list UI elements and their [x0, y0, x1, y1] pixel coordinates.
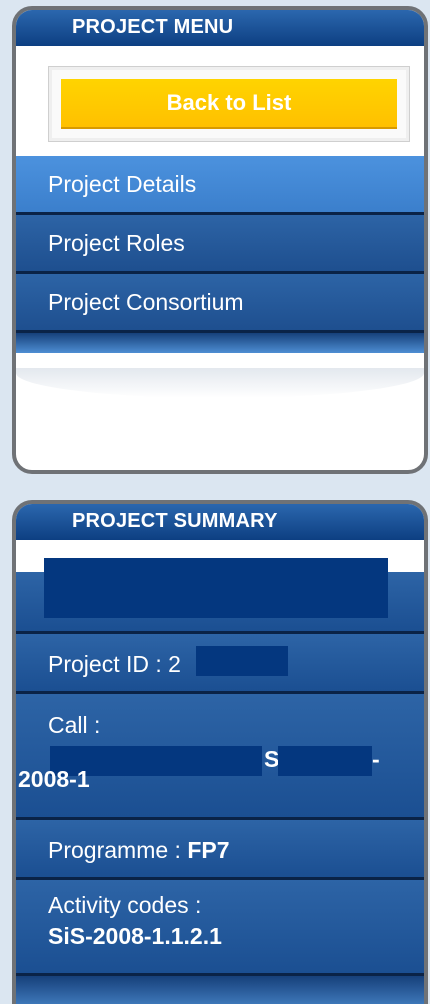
project-id-label: Project ID :	[48, 651, 162, 677]
redacted-project-id	[196, 646, 288, 676]
project-summary-panel: PROJECT SUMMARY Project ID : 2 Call : S …	[12, 500, 428, 1004]
redacted-title-block	[44, 558, 388, 618]
summary-footer-bar	[16, 976, 424, 1004]
project-menu-panel: PROJECT MENU Back to List Project Detail…	[12, 6, 428, 474]
menu-footer-bar	[16, 333, 424, 353]
activity-codes-row: Activity codes : SiS-2008-1.1.2.1	[16, 880, 424, 976]
activity-codes-value: SiS-2008-1.1.2.1	[48, 923, 222, 949]
back-to-list-button[interactable]: Back to List	[61, 79, 397, 129]
call-fragment-dash: -	[372, 746, 380, 772]
project-title-row	[16, 558, 424, 634]
project-id-row: Project ID : 2	[16, 634, 424, 694]
project-summary-body: Project ID : 2 Call : S - 2008-1 Program…	[16, 558, 424, 1004]
call-line2: 2008-1	[18, 766, 90, 792]
menu-item-project-details[interactable]: Project Details	[16, 156, 424, 215]
back-button-container: Back to List	[48, 66, 410, 142]
call-label: Call :	[48, 712, 101, 738]
call-row: Call : S - 2008-1	[16, 694, 424, 820]
programme-row: Programme : FP7	[16, 820, 424, 880]
menu-bottom-shade	[16, 368, 424, 398]
activity-codes-label: Activity codes :	[48, 892, 202, 918]
programme-value: FP7	[187, 837, 230, 863]
programme-label: Programme :	[48, 837, 181, 863]
redacted-call-part2	[278, 746, 372, 776]
menu-item-project-consortium[interactable]: Project Consortium	[16, 274, 424, 333]
project-menu-list: Project Details Project Roles Project Co…	[16, 156, 424, 353]
project-summary-header: PROJECT SUMMARY	[16, 504, 424, 540]
menu-item-project-roles[interactable]: Project Roles	[16, 215, 424, 274]
project-menu-header: PROJECT MENU	[16, 10, 424, 46]
project-id-fragment: 2	[168, 651, 181, 677]
